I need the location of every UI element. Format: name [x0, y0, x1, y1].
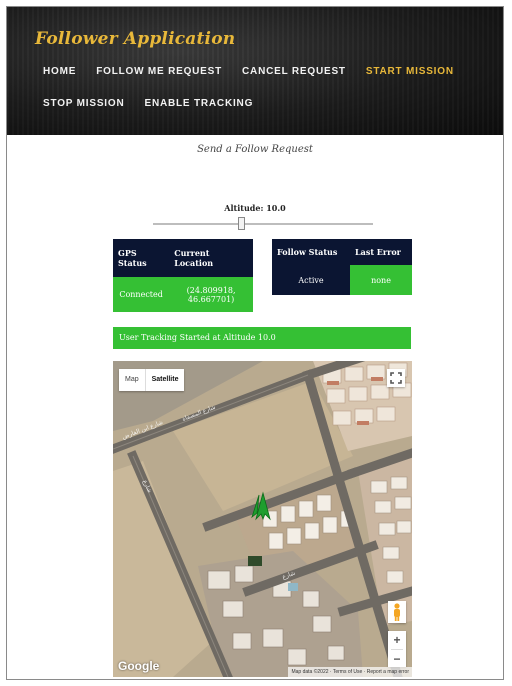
map-attribution[interactable]: Map data ©2022 · Terms of Use · Report a…: [288, 667, 412, 677]
map-type-control: Map Satellite: [119, 369, 185, 391]
map-type-map-button[interactable]: Map: [119, 369, 145, 391]
map-type-satellite-button[interactable]: Satellite: [144, 369, 185, 391]
app-frame: Follower Application HOME FOLLOW ME REQU…: [6, 6, 504, 680]
follow-status-header: Follow Status: [272, 239, 351, 265]
current-location-value: (24.809918, 46.667701): [169, 277, 253, 312]
follow-status-value: Active: [272, 265, 351, 295]
google-logo: Google: [118, 659, 160, 673]
nav-enable-tracking[interactable]: ENABLE TRACKING: [144, 98, 253, 109]
nav-home[interactable]: HOME: [43, 66, 76, 77]
follow-status-table: Follow Status Last Error Active none: [272, 239, 412, 295]
nav-start-mission[interactable]: START MISSION: [366, 66, 454, 77]
altitude-slider-thumb[interactable]: [237, 217, 245, 230]
zoom-in-button[interactable]: +: [388, 631, 406, 649]
zoom-out-button[interactable]: −: [388, 650, 406, 668]
nav-row-primary: HOME FOLLOW ME REQUEST CANCEL REQUEST ST…: [43, 66, 474, 77]
nav-cancel-request[interactable]: CANCEL REQUEST: [242, 66, 346, 77]
page-subtitle: Send a Follow Request: [197, 144, 313, 155]
zoom-control: + −: [388, 631, 406, 667]
nav-stop-mission[interactable]: STOP MISSION: [43, 98, 124, 109]
gps-status-header: GPS Status: [113, 239, 170, 277]
nav-follow-me-request[interactable]: FOLLOW ME REQUEST: [96, 66, 222, 77]
tracking-status-banner: User Tracking Started at Altitude 10.0: [113, 327, 411, 349]
app-title: Follower Application: [35, 29, 236, 49]
street-view-pegman-button[interactable]: [388, 601, 406, 623]
pegman-icon: [394, 603, 400, 621]
fullscreen-button[interactable]: [387, 369, 405, 387]
last-error-header: Last Error: [350, 239, 412, 265]
map-imagery: ﺷﺎﺭﻉ ﺍﺑﻦ ﺍﻟﻔﺎﺭﺽ ﺷﺎﺭﻉ ﺍﻟﻤﺼﻔﺎﺓ ﺷﺎﺭﻉ ﺷﺎﺭﻉ: [113, 361, 412, 677]
altitude-slider-track[interactable]: [153, 223, 373, 225]
header: Follower Application HOME FOLLOW ME REQU…: [7, 7, 503, 135]
last-error-value: none: [350, 265, 412, 295]
gps-status-table: GPS Status Current Location Connected (2…: [113, 239, 253, 312]
current-location-header: Current Location: [169, 239, 253, 277]
fullscreen-icon: [390, 372, 402, 384]
altitude-label: Altitude: 10.0: [224, 203, 286, 213]
satellite-map[interactable]: ﺷﺎﺭﻉ ﺍﺑﻦ ﺍﻟﻔﺎﺭﺽ ﺷﺎﺭﻉ ﺍﻟﻤﺼﻔﺎﺓ ﺷﺎﺭﻉ ﺷﺎﺭﻉ M…: [113, 361, 412, 677]
nav-row-secondary: STOP MISSION ENABLE TRACKING: [43, 98, 273, 109]
gps-status-value: Connected: [113, 277, 170, 312]
